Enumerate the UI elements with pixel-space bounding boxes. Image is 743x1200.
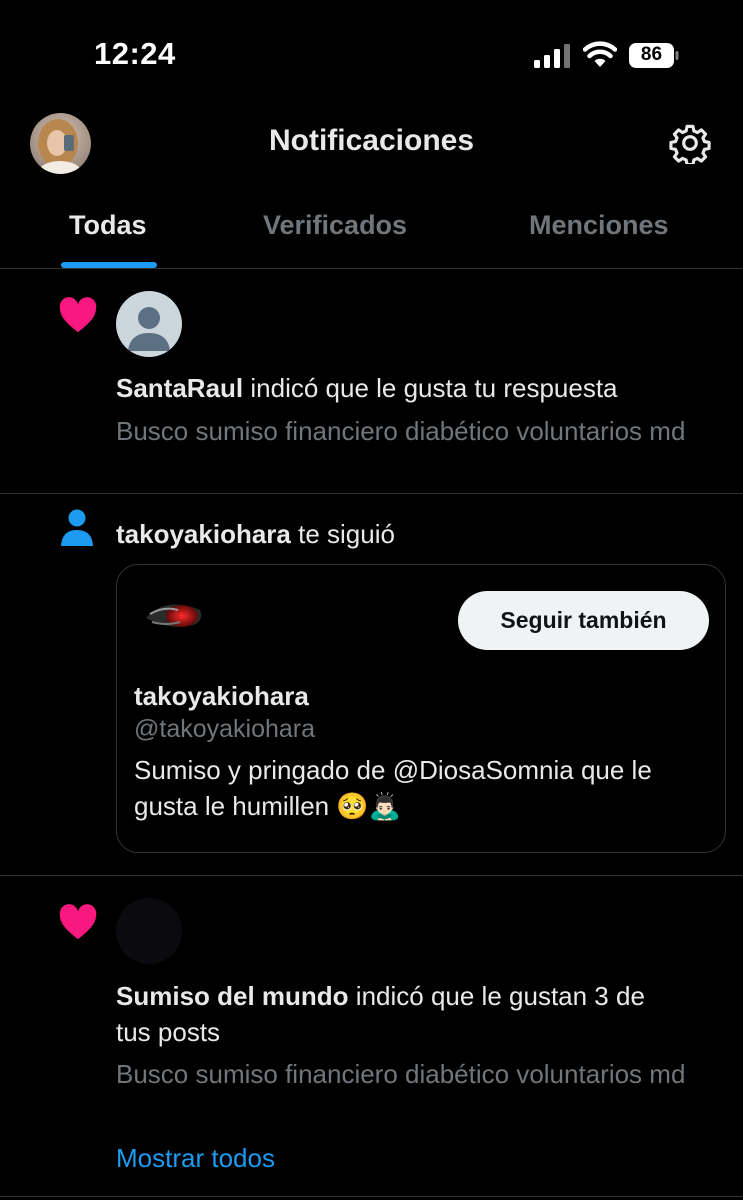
notification-text: takoyakiohara te siguió [116,519,395,550]
notification-action-cont: tus posts [116,1017,221,1047]
settings-gear-icon[interactable] [669,122,711,164]
notification-divider [0,493,743,494]
username-link[interactable]: Sumiso del mundo [116,981,349,1011]
tabs-divider [0,268,743,269]
notification-action: te siguió [290,519,395,549]
page-title: Notificaciones [268,124,475,157]
heart-icon [59,904,97,940]
default-avatar-icon [116,291,182,357]
username-link[interactable]: takoyakiohara [116,519,291,549]
notification-action: indicó que le gusta tu respuesta [243,373,618,403]
heart-icon [59,297,97,333]
status-time: 12:24 [94,36,176,71]
tab-verificados[interactable]: Verificados [263,210,407,241]
card-display-name[interactable]: takoyakiohara [134,681,309,712]
notification-divider [0,1196,743,1197]
person-icon [61,509,93,546]
user-avatar[interactable] [116,291,182,357]
username-link[interactable]: SantaRaul [116,373,243,403]
notification-text: Sumiso del mundo indicó que le gustan 3 … [116,981,645,1012]
battery-icon: 86 [629,43,679,68]
card-handle: @takoyakiohara [134,715,316,743]
battery-percent: 86 [640,44,663,65]
tab-menciones[interactable]: Menciones [529,210,669,241]
wifi-icon [583,41,617,67]
notification-divider [0,875,743,876]
show-all-link[interactable]: Mostrar todos [116,1143,275,1174]
notification-context: Busco sumiso financiero diabético volunt… [116,1059,686,1089]
card-bio: Sumiso y pringado de @DiosaSomnia que le… [134,755,652,821]
notification-action: indicó que le gustan 3 de [348,981,645,1011]
tab-todas[interactable]: Todas [69,210,147,241]
notification-text: SantaRaul indicó que le gusta tu respues… [116,373,618,404]
user-avatar[interactable] [116,898,182,964]
user-avatar[interactable] [136,588,212,644]
signal-icon [534,44,570,68]
notification-context: Busco sumiso financiero diabético volunt… [116,416,686,446]
follow-back-button[interactable]: Seguir también [458,591,709,650]
